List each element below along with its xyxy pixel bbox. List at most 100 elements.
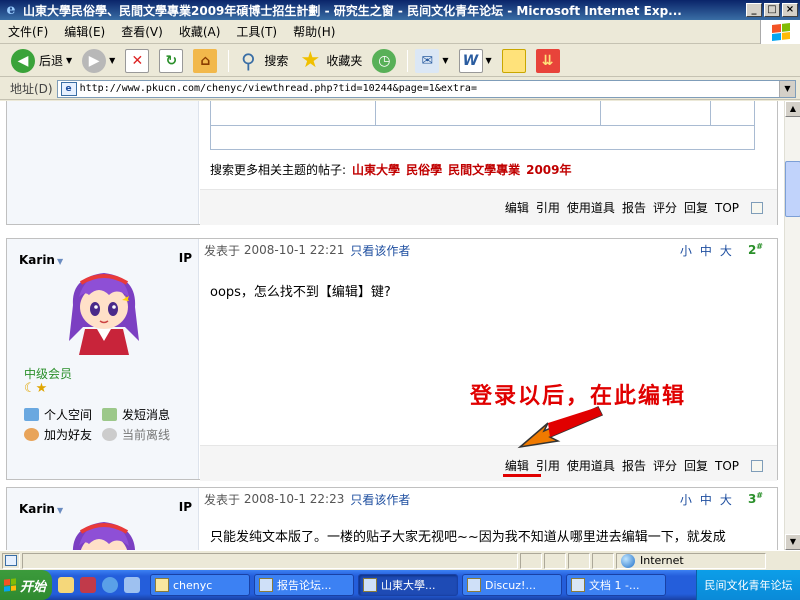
quicklaunch-folder-icon[interactable] xyxy=(58,577,74,593)
top-link[interactable]: TOP xyxy=(715,459,739,473)
only-author-link[interactable]: 只看该作者 xyxy=(350,491,410,508)
quote-link[interactable]: 引用 xyxy=(536,457,560,474)
report-link[interactable]: 报告 xyxy=(622,199,646,216)
use-item-link[interactable]: 使用道具 xyxy=(567,457,615,474)
quicklaunch-desktop-icon[interactable] xyxy=(124,577,140,593)
mail-dropdown-icon[interactable]: ▼ xyxy=(442,56,448,65)
send-message-link[interactable]: 发短消息 xyxy=(102,406,170,423)
select-checkbox[interactable] xyxy=(751,201,763,214)
font-small-link[interactable]: 小 xyxy=(680,491,692,508)
post-header: 发表于 2008-10-1 22:23 只看该作者 小 中 大 3# xyxy=(200,488,777,510)
back-dropdown-icon[interactable]: ▼ xyxy=(66,56,72,65)
reply-link[interactable]: 回复 xyxy=(684,199,708,216)
history-button[interactable]: ◷ xyxy=(369,47,399,75)
start-button[interactable]: 开始 xyxy=(0,570,52,600)
post-author[interactable]: Karin ▼ xyxy=(19,502,63,516)
ie-window-icon xyxy=(363,578,377,592)
stop-button[interactable]: ✕ xyxy=(122,47,152,75)
note-button[interactable] xyxy=(499,47,529,75)
table-cell xyxy=(376,101,601,125)
address-input[interactable]: e http://www.pkucn.com/chenyc/viewthread… xyxy=(56,79,796,98)
back-button[interactable]: ◀ 后退 ▼ xyxy=(8,47,75,75)
keyword-link[interactable]: 民俗學 xyxy=(406,163,442,177)
chevron-down-icon[interactable]: ▼ xyxy=(57,257,63,266)
ip-label[interactable]: IP xyxy=(179,251,192,265)
tray-label[interactable]: 民间文化青年论坛 xyxy=(705,577,793,593)
forward-dropdown-icon[interactable]: ▼ xyxy=(109,56,115,65)
post-content: oops，怎么找不到【编辑】键? xyxy=(210,285,391,300)
post-content: 只能发纯文本版了。一楼的贴子大家无视吧~~因为我不知道从哪里进去编辑一下，就发成 xyxy=(210,530,726,545)
word-dropdown-icon[interactable]: ▼ xyxy=(486,56,492,65)
favorites-button[interactable]: ★ 收藏夹 xyxy=(295,47,365,75)
rate-link[interactable]: 评分 xyxy=(653,199,677,216)
extension-button[interactable]: ⇊ xyxy=(533,47,563,75)
post-sidebar: Karin ▼ IP 中级会员 ☾★ 个人空间 发短消息 加为好友 当前离线 xyxy=(7,239,199,479)
ip-label[interactable]: IP xyxy=(179,500,192,514)
username[interactable]: Karin xyxy=(19,253,55,267)
chevron-down-icon[interactable]: ▼ xyxy=(57,506,63,515)
status-cell xyxy=(592,552,614,569)
close-button[interactable]: × xyxy=(782,3,798,17)
menu-tools[interactable]: 工具(T) xyxy=(228,23,285,40)
keyword-link[interactable]: 2009年 xyxy=(526,163,571,177)
word-button[interactable]: W ▼ xyxy=(456,47,495,75)
send-message-label[interactable]: 发短消息 xyxy=(122,406,170,423)
scroll-up-arrow-icon[interactable]: ▲ xyxy=(785,101,800,117)
menu-file[interactable]: 文件(F) xyxy=(0,23,56,40)
status-message xyxy=(22,552,518,569)
task-report-forum[interactable]: 报告论坛... xyxy=(254,574,354,596)
font-small-link[interactable]: 小 xyxy=(680,242,692,259)
menu-help[interactable]: 帮助(H) xyxy=(285,23,343,40)
menu-view[interactable]: 查看(V) xyxy=(113,23,171,40)
add-friend-label[interactable]: 加为好友 xyxy=(44,426,92,443)
only-author-link[interactable]: 只看该作者 xyxy=(350,242,410,259)
keyword-link[interactable]: 民間文學專業 xyxy=(448,163,520,177)
task-document[interactable]: 文档 1 -... xyxy=(566,574,666,596)
scroll-down-arrow-icon[interactable]: ▼ xyxy=(785,534,800,550)
scroll-thumb[interactable] xyxy=(785,161,800,217)
add-friend-link[interactable]: 加为好友 xyxy=(24,426,92,443)
maximize-button[interactable]: □ xyxy=(764,3,780,17)
forward-button[interactable]: ▶ ▼ xyxy=(79,47,118,75)
minimize-button[interactable]: _ xyxy=(746,3,762,17)
home-button[interactable]: ⌂ xyxy=(190,47,220,75)
quote-link[interactable]: 引用 xyxy=(536,199,560,216)
vertical-scrollbar[interactable]: ▲ ▼ xyxy=(784,101,800,550)
task-discuz[interactable]: Discuz!... xyxy=(462,574,562,596)
embedded-table-row xyxy=(210,126,755,150)
post: Karin ▼ IP 中级会员 ☾★ 个人空间 发短消息 加为好友 当前离线 发… xyxy=(6,238,778,481)
font-medium-link[interactable]: 中 xyxy=(700,242,712,259)
toolbar-separator xyxy=(228,49,230,72)
quicklaunch-ie-icon[interactable] xyxy=(102,577,118,593)
font-large-link[interactable]: 大 xyxy=(720,491,732,508)
search-button[interactable]: ⚲ 搜索 xyxy=(233,47,291,75)
address-dropdown-icon[interactable]: ▼ xyxy=(779,80,795,97)
rate-link[interactable]: 评分 xyxy=(653,457,677,474)
menu-edit[interactable]: 编辑(E) xyxy=(56,23,113,40)
username[interactable]: Karin xyxy=(19,502,55,516)
personal-space-label[interactable]: 个人空间 xyxy=(44,406,92,423)
font-large-link[interactable]: 大 xyxy=(720,242,732,259)
task-shandong-university[interactable]: 山東大學... xyxy=(358,574,458,596)
post-author[interactable]: Karin ▼ xyxy=(19,253,63,267)
windows-flag-icon xyxy=(4,578,16,592)
edit-link[interactable]: 编辑 xyxy=(505,199,529,216)
report-link[interactable]: 报告 xyxy=(622,457,646,474)
use-item-link[interactable]: 使用道具 xyxy=(567,199,615,216)
menu-favorites[interactable]: 收藏(A) xyxy=(171,23,229,40)
address-url[interactable]: http://www.pkucn.com/chenyc/viewthread.p… xyxy=(80,83,779,94)
quicklaunch-media-icon[interactable] xyxy=(80,577,96,593)
task-chenyc[interactable]: chenyc xyxy=(150,574,250,596)
offline-user-icon xyxy=(102,428,118,441)
top-link[interactable]: TOP xyxy=(715,201,739,215)
menu-bar: 文件(F) 编辑(E) 查看(V) 收藏(A) 工具(T) 帮助(H) xyxy=(0,20,800,44)
reply-link[interactable]: 回复 xyxy=(684,457,708,474)
ie-window-icon xyxy=(259,578,273,592)
mail-button[interactable]: ✉ ▼ xyxy=(412,47,451,75)
font-medium-link[interactable]: 中 xyxy=(700,491,712,508)
edit-link[interactable]: 编辑 xyxy=(505,457,529,474)
select-checkbox[interactable] xyxy=(751,459,763,472)
personal-space-link[interactable]: 个人空间 xyxy=(24,406,92,423)
keyword-link[interactable]: 山東大學 xyxy=(352,163,400,177)
refresh-button[interactable]: ↻ xyxy=(156,47,186,75)
